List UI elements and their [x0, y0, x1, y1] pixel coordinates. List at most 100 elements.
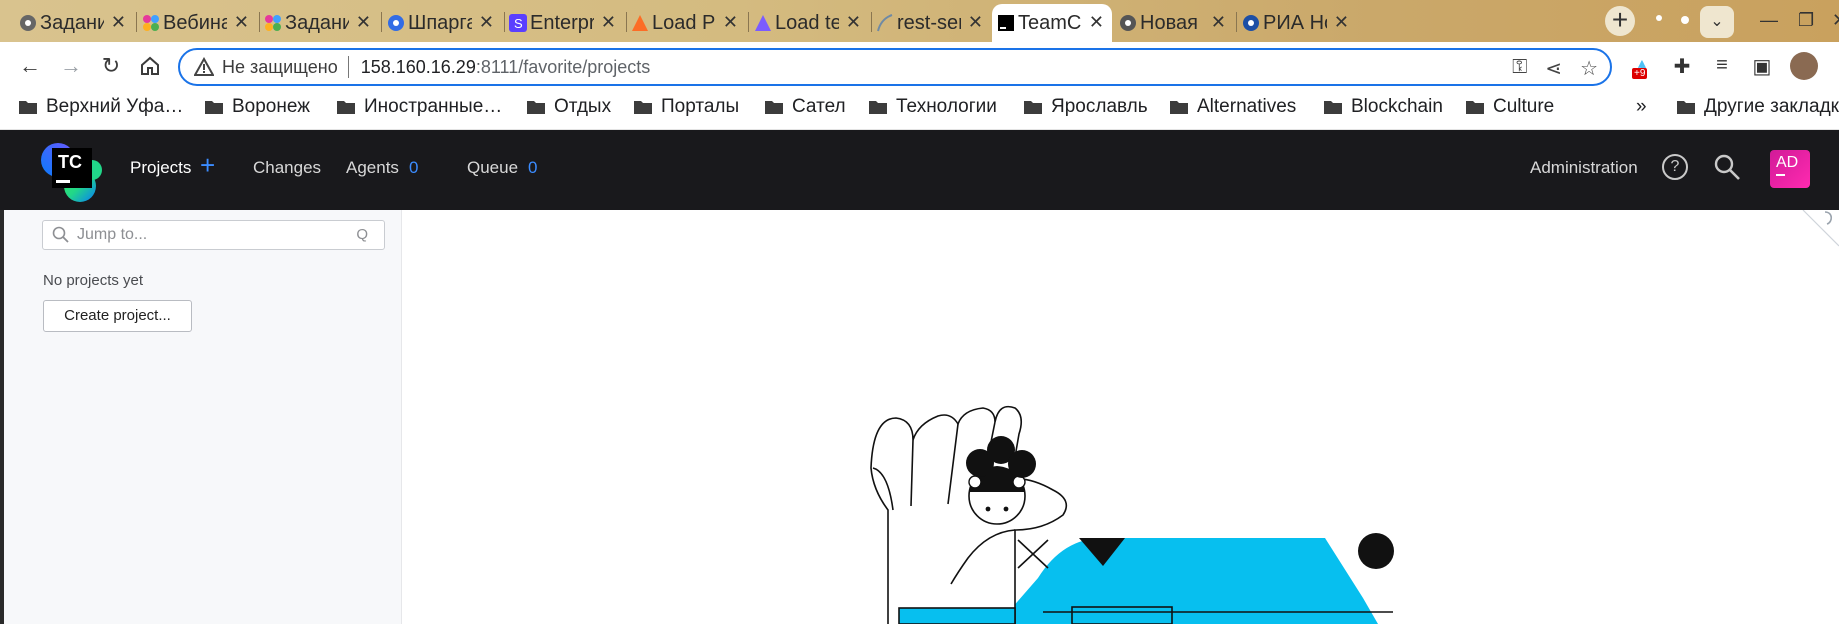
bookmark-folder[interactable]: Отдых: [526, 96, 611, 118]
teamcity-header: TC Projects + Changes Agents 0 Queue 0 Adm…: [0, 130, 1839, 210]
feather-icon: [877, 14, 893, 32]
extension-badge: +9: [1632, 68, 1648, 79]
bookmark-label: Отдых: [554, 96, 612, 117]
reload-icon[interactable]: ↻: [95, 50, 127, 82]
minimize-icon[interactable]: —: [1760, 10, 1778, 31]
forward-icon[interactable]: →: [55, 50, 87, 82]
url-path: :8111/favorite/projects: [475, 56, 651, 77]
bookmark-folder[interactable]: Culture: [1465, 96, 1554, 118]
bookmark-folder[interactable]: Ярославль: [1023, 96, 1148, 118]
jump-to-search-input[interactable]: Jump to... Q: [42, 220, 385, 250]
kubernetes-icon: [388, 15, 404, 31]
browser-tab[interactable]: Новая ✕: [1114, 4, 1234, 42]
bookmark-folder[interactable]: Воронеж: [204, 96, 310, 118]
address-separator: [347, 56, 349, 78]
bookmark-label: Culture: [1493, 96, 1555, 117]
create-project-button[interactable]: Create project...: [43, 300, 192, 332]
close-tab-icon[interactable]: ✕: [601, 12, 616, 33]
search-placeholder: Jump to...: [77, 226, 148, 243]
close-tab-icon[interactable]: ✕: [234, 12, 249, 33]
close-tab-icon[interactable]: ✕: [1089, 12, 1104, 33]
globe-icon: [20, 15, 36, 31]
nav-projects[interactable]: Projects: [130, 158, 191, 178]
add-project-icon[interactable]: +: [200, 150, 215, 181]
other-bookmarks-folder[interactable]: Другие закладк: [1676, 96, 1839, 118]
bookmark-label: Верхний Уфа…: [46, 96, 184, 117]
s-square-icon: S: [509, 14, 527, 32]
browser-toolbar: ← → ↻ Не защищено 158.160.16.29 :8111/fa…: [0, 42, 1839, 90]
security-status-label[interactable]: Не защищено: [222, 57, 338, 78]
menu-icon[interactable]: ⋮: [1834, 54, 1839, 78]
browser-tab[interactable]: Задани ✕: [14, 4, 134, 42]
new-tab-button[interactable]: +: [1605, 6, 1635, 36]
close-tab-icon[interactable]: ✕: [1211, 12, 1226, 33]
ria-icon: [1243, 15, 1259, 31]
warning-icon[interactable]: [194, 57, 214, 77]
browser-tab[interactable]: Вебина ✕: [137, 4, 257, 42]
profile-avatar[interactable]: [1790, 52, 1818, 80]
key-icon[interactable]: ⚿: [1512, 56, 1527, 81]
browser-tab[interactable]: Задани ✕: [259, 4, 379, 42]
side-panel-icon[interactable]: ▣: [1750, 54, 1774, 78]
folder-icon: [527, 101, 545, 114]
close-tab-icon[interactable]: ✕: [1334, 12, 1349, 33]
browser-tab[interactable]: Load Pe ✕: [626, 4, 746, 42]
media-icon[interactable]: ≡: [1710, 54, 1734, 78]
folder-icon: [1170, 101, 1188, 114]
folder-icon: [19, 101, 37, 114]
close-tab-icon[interactable]: ✕: [479, 12, 494, 33]
star-icon[interactable]: ☆: [1580, 56, 1598, 81]
home-icon[interactable]: [134, 50, 166, 82]
user-avatar[interactable]: AD: [1770, 150, 1810, 188]
address-bar[interactable]: Не защищено 158.160.16.29 :8111/favorite…: [178, 48, 1612, 86]
bookmark-label: Сател: [792, 96, 846, 117]
nav-queue-label: Queue: [467, 158, 519, 177]
projects-sidebar: Jump to... Q No projects yet Create proj…: [4, 210, 402, 624]
browser-tab[interactable]: Шпарга ✕: [382, 4, 502, 42]
close-window-icon[interactable]: ✕: [1832, 10, 1839, 31]
browser-tab[interactable]: Load te ✕: [749, 4, 869, 42]
bookmarks-overflow-button[interactable]: »: [1636, 96, 1647, 118]
extensions-area: 💧 +9 ✚ ≡ ▣ ⋮: [1630, 52, 1839, 80]
bookmark-label: Иностранные…: [364, 96, 503, 117]
restore-icon[interactable]: ❐: [1798, 10, 1814, 31]
help-icon[interactable]: ?: [1662, 154, 1688, 180]
close-tab-icon[interactable]: ✕: [111, 12, 126, 33]
browser-tab-title: Load Pe: [652, 11, 716, 34]
bookmark-label: Ярославль: [1051, 96, 1148, 117]
omnibox-actions: ⚿ ⋖ ☆: [1512, 56, 1598, 81]
bookmark-folder[interactable]: Сател: [764, 96, 846, 118]
bookmark-folder[interactable]: Alternatives: [1169, 96, 1296, 118]
extension-icon[interactable]: 💧 +9: [1630, 54, 1654, 79]
bookmark-folder[interactable]: Blockchain: [1323, 96, 1443, 118]
colorful-dots-icon: [143, 15, 159, 31]
browser-tab[interactable]: TeamCi ✕: [992, 4, 1112, 42]
logo-text: TC: [58, 152, 82, 172]
bookmark-folder[interactable]: Верхний Уфа…: [18, 96, 183, 118]
bookmark-folder[interactable]: Иностранные…: [336, 96, 502, 118]
puzzle-icon[interactable]: ✚: [1670, 54, 1694, 78]
tab-search-dropdown[interactable]: ⌄: [1700, 6, 1734, 38]
close-tab-icon[interactable]: ✕: [356, 12, 371, 33]
close-tab-icon[interactable]: ✕: [846, 12, 861, 33]
close-tab-icon[interactable]: ✕: [723, 12, 738, 33]
browser-tab[interactable]: rest-ser ✕: [871, 4, 991, 42]
bookmark-label: Alternatives: [1197, 96, 1297, 117]
folder-icon: [205, 101, 223, 114]
other-bookmarks-label: Другие закладк: [1704, 96, 1839, 117]
back-icon[interactable]: ←: [14, 50, 46, 82]
browser-tab[interactable]: S Enterpr ✕: [504, 4, 624, 42]
nav-agents[interactable]: Agents 0: [346, 158, 418, 178]
bookmark-folder[interactable]: Порталы: [633, 96, 739, 118]
share-icon[interactable]: ⋖: [1545, 56, 1562, 81]
nav-queue[interactable]: Queue 0: [467, 158, 538, 178]
close-tab-icon[interactable]: ✕: [968, 12, 983, 33]
empty-state-illustration: [870, 405, 1394, 624]
bookmark-folder[interactable]: Технологии: [868, 96, 997, 118]
colorful-dots-icon: [265, 15, 281, 31]
search-icon[interactable]: [1712, 152, 1742, 182]
browser-tab[interactable]: РИА Но ✕: [1237, 4, 1357, 42]
browser-tab-title: Вебина: [163, 11, 227, 34]
nav-changes[interactable]: Changes: [253, 158, 321, 178]
nav-administration[interactable]: Administration: [1530, 158, 1638, 178]
